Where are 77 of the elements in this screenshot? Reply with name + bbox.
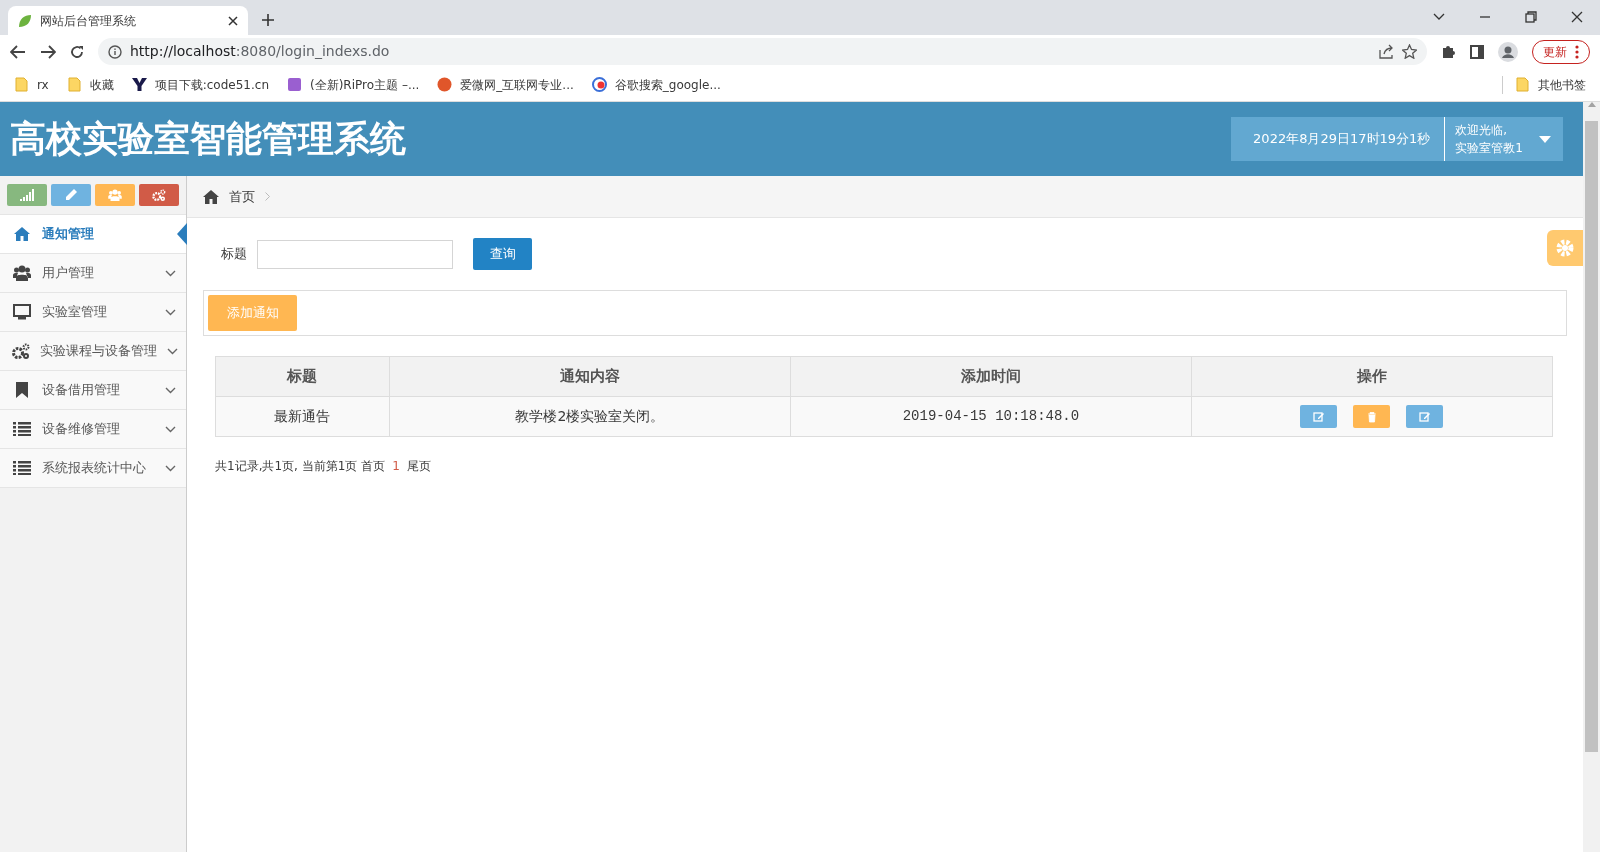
pagination-info: 共1记录,共1页, 当前第1页	[215, 458, 358, 475]
bookmark-link[interactable]: rx	[14, 75, 49, 94]
search-field[interactable]	[257, 239, 453, 269]
shortcut-button[interactable]	[139, 184, 179, 206]
folder-icon	[14, 77, 29, 92]
chevron-right-icon	[265, 192, 270, 201]
sidebar-item[interactable]: 实验课程与设备管理	[0, 332, 186, 371]
profile-icon[interactable]	[1498, 41, 1518, 62]
back-icon[interactable]	[10, 44, 26, 59]
site-title: 高校实验室智能管理系统	[10, 117, 406, 161]
update-button[interactable]: 更新	[1532, 39, 1590, 64]
home-icon	[203, 189, 219, 204]
first-page-link[interactable]: 首页	[361, 457, 386, 475]
restore-icon[interactable]	[1525, 11, 1537, 23]
list-icon	[13, 461, 31, 475]
puzzle-icon[interactable]	[1441, 44, 1456, 59]
edit-icon	[1313, 410, 1325, 423]
pencil-icon	[65, 189, 77, 201]
y-logo-icon	[131, 77, 147, 92]
close-icon[interactable]	[1571, 11, 1583, 23]
page-link[interactable]: 1	[392, 457, 400, 475]
edit-icon	[1419, 410, 1431, 423]
arrow-up-icon	[1587, 102, 1596, 107]
sidebar-item[interactable]: 设备维修管理	[0, 410, 186, 449]
leaf-icon	[18, 13, 32, 28]
table-cell: 最新通告	[215, 396, 390, 437]
bar-chart-icon	[20, 189, 34, 201]
bookmark-link[interactable]: 其他书签	[1502, 75, 1586, 94]
bookmark-link[interactable]: 收藏	[66, 75, 114, 94]
address-bar[interactable]: http://localhost:8080/login_indexs.do	[98, 38, 1427, 65]
table-cell: 2019-04-15 10:18:48.0	[790, 396, 1192, 437]
table-cell: 教学楼2楼实验室关闭。	[389, 396, 791, 437]
tab-title: 网站后台管理系统	[40, 12, 137, 30]
users-icon	[108, 189, 122, 201]
column-header: 通知内容	[389, 356, 791, 397]
home-icon	[14, 227, 30, 241]
forward-icon[interactable]	[40, 44, 56, 59]
folder-icon	[66, 77, 82, 92]
field-label: 标题	[221, 245, 247, 264]
side-panel-icon[interactable]	[1470, 44, 1484, 59]
sidebar-item[interactable]: 通知管理	[0, 215, 186, 254]
pointer-icon	[177, 223, 187, 245]
reload-icon[interactable]	[70, 44, 84, 59]
info-icon	[108, 44, 122, 59]
datetime-text: 2022年8月29日17时19分1秒	[1231, 117, 1446, 161]
trash-icon	[1366, 410, 1378, 423]
gears-icon	[152, 189, 166, 201]
column-header: 操作	[1191, 356, 1553, 397]
star-icon[interactable]	[1402, 44, 1417, 59]
folder-icon	[1515, 77, 1530, 92]
sidebar-item[interactable]: 系统报表统计中心	[0, 449, 186, 488]
bookmark-link[interactable]: (全新)RiPro主题 –...	[287, 75, 420, 94]
monitor-icon	[13, 304, 31, 320]
sidebar-item[interactable]: 用户管理	[0, 254, 186, 293]
bookmark-link[interactable]: 项目下载:code51.cn	[131, 75, 269, 94]
scrollbar[interactable]	[1583, 102, 1600, 852]
last-page-link[interactable]: 尾页	[407, 457, 431, 475]
caret-icon	[1539, 135, 1551, 143]
list-icon	[13, 422, 31, 436]
bookmark-link[interactable]: 爱微网_互联网专业...	[437, 75, 574, 94]
gears-icon	[12, 343, 30, 359]
url-text: http://localhost:8080/login_indexs.do	[130, 42, 390, 61]
bookmark-icon	[16, 382, 28, 398]
new-tab-icon[interactable]	[262, 14, 274, 26]
browser-tab[interactable]: 网站后台管理系统	[8, 6, 248, 35]
column-header: 标题	[215, 356, 390, 397]
column-header: 添加时间	[790, 356, 1192, 397]
users-icon	[13, 265, 31, 281]
sidebar-item[interactable]: 实验室管理	[0, 293, 186, 332]
breadcrumb-link[interactable]: 首页	[229, 186, 255, 207]
more-icon	[1575, 44, 1579, 59]
settings-icon	[1555, 238, 1575, 258]
search-button[interactable]: 查询	[473, 238, 532, 270]
close-icon[interactable]	[228, 15, 238, 26]
bookmark-link[interactable]: 谷歌搜索_google...	[591, 75, 721, 94]
share-icon[interactable]	[1379, 44, 1394, 59]
sidebar-item[interactable]: 设备借用管理	[0, 371, 186, 410]
